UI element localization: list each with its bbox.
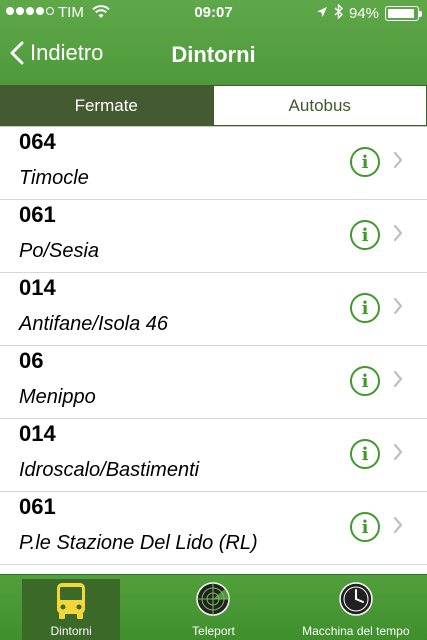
stop-code: 06 (19, 348, 44, 373)
chevron-right-icon (393, 443, 403, 466)
stop-code: 061 (19, 202, 56, 227)
stop-name: Idroscalo/Bastimenti (19, 459, 200, 481)
stop-name: Po/Sesia (19, 240, 100, 262)
info-button[interactable]: i (350, 512, 380, 542)
tab-label: Macchina del tempo (302, 624, 410, 638)
tab-bar: Dintorni Teleport Macchina del tempo (0, 574, 427, 640)
chevron-right-icon (393, 151, 403, 174)
info-button[interactable]: i (350, 293, 380, 323)
info-icon: i (361, 151, 369, 173)
status-bar: TIM 09:07 94% (0, 0, 427, 26)
chevron-right-icon (393, 224, 403, 247)
tab-label: Teleport (192, 624, 235, 638)
stop-name: Menippo (19, 386, 96, 408)
tab-macchina-del-tempo[interactable]: Macchina del tempo (285, 575, 427, 640)
stops-list: 064 Timocle i 061 Po/Sesia i 014 Antifane/Isola… (0, 127, 427, 565)
stop-row[interactable]: 061 Po/Sesia i (0, 200, 427, 273)
clock-icon (338, 581, 374, 620)
stop-name: P.le Stazione Del Lido (RL) (19, 532, 258, 554)
segmented-control: Fermate Autobus (0, 85, 427, 126)
navigation-bar: Indietro Dintorni (0, 26, 427, 85)
bus-icon (54, 581, 88, 624)
info-icon: i (361, 297, 369, 319)
chevron-right-icon (393, 370, 403, 393)
page-title: Dintorni (171, 42, 256, 67)
info-icon: i (361, 370, 369, 392)
tab-dintorni[interactable]: Dintorni (0, 575, 142, 640)
battery-icon (385, 6, 422, 21)
segment-autobus[interactable]: Autobus (212, 85, 427, 126)
stop-row[interactable]: 014 Antifane/Isola 46 i (0, 273, 427, 346)
info-button[interactable]: i (350, 147, 380, 177)
stop-row[interactable]: 064 Timocle i (0, 127, 427, 200)
info-icon: i (361, 443, 369, 465)
info-button[interactable]: i (350, 220, 380, 250)
info-icon: i (361, 224, 369, 246)
stop-row[interactable]: 014 Idroscalo/Bastimenti i (0, 419, 427, 492)
stop-row[interactable]: 061 P.le Stazione Del Lido (RL) i (0, 492, 427, 565)
tab-teleport[interactable]: Teleport (142, 575, 284, 640)
info-icon: i (361, 516, 369, 538)
info-button[interactable]: i (350, 366, 380, 396)
radar-icon (195, 581, 231, 620)
stop-name: Antifane/Isola 46 (19, 313, 168, 335)
stop-code: 014 (19, 421, 56, 446)
info-button[interactable]: i (350, 439, 380, 469)
chevron-right-icon (393, 297, 403, 320)
chevron-right-icon (393, 516, 403, 539)
stop-code: 014 (19, 275, 56, 300)
stop-row[interactable]: 06 Menippo i (0, 346, 427, 419)
stop-code: 064 (19, 129, 56, 154)
location-arrow-icon (316, 5, 328, 22)
battery-percent: 94% (348, 5, 379, 22)
tab-label: Dintorni (50, 624, 92, 638)
stop-code: 061 (19, 494, 56, 519)
header: TIM 09:07 94% Indietro Dintorni (0, 0, 427, 85)
bluetooth-icon (334, 3, 343, 23)
stop-name: Timocle (19, 167, 89, 189)
segment-fermate[interactable]: Fermate (0, 85, 213, 126)
